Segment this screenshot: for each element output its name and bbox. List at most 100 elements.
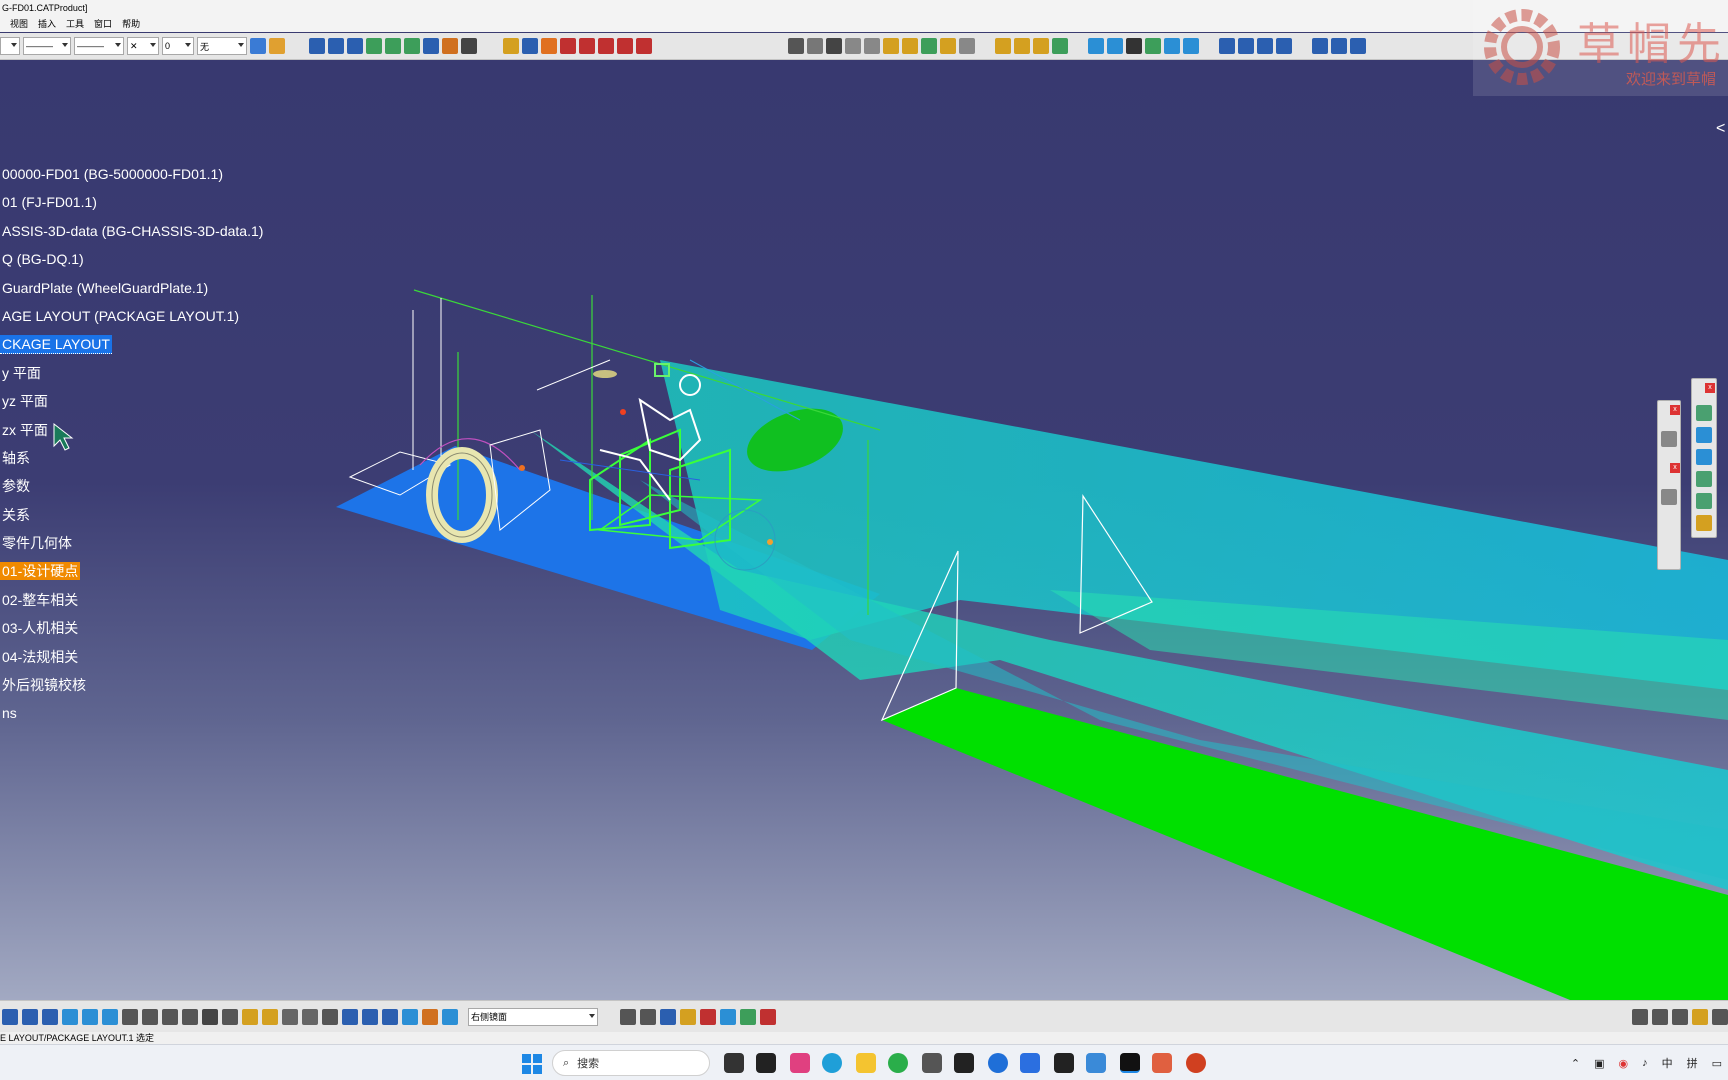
eraser-icon[interactable] xyxy=(760,1008,776,1025)
render-icon[interactable] xyxy=(1088,38,1104,54)
undo-icon[interactable] xyxy=(282,1008,298,1025)
camera-icon[interactable] xyxy=(1126,38,1142,54)
edge-icon[interactable] xyxy=(822,1053,842,1073)
ime-zh[interactable]: 中 xyxy=(1662,1055,1673,1071)
constraint-icon[interactable] xyxy=(1052,38,1068,54)
draft-icon[interactable] xyxy=(959,38,975,54)
tree-node-chassis[interactable]: ASSIS-3D-data (BG-CHASSIS-3D-data.1) xyxy=(0,219,265,247)
part-icon[interactable] xyxy=(1033,38,1049,54)
sketch-point-icon[interactable] xyxy=(309,38,325,54)
loft-icon[interactable] xyxy=(385,38,401,54)
visualization-icon[interactable] xyxy=(442,1008,458,1025)
curve-icon[interactable] xyxy=(1696,493,1712,509)
app-icon[interactable] xyxy=(954,1053,974,1073)
clip-icon[interactable] xyxy=(700,1008,716,1025)
ime-pinyin[interactable]: 拼 xyxy=(1687,1055,1698,1071)
menu-insert[interactable]: 插入 xyxy=(38,16,56,32)
tree-node-wheelguard[interactable]: GuardPlate (WheelGuardPlate.1) xyxy=(0,276,265,304)
close-icon[interactable]: x xyxy=(1670,463,1680,473)
sketch-icon[interactable] xyxy=(242,1008,258,1025)
zoom-out-icon[interactable] xyxy=(22,1008,38,1025)
search-icon[interactable] xyxy=(579,38,595,54)
camera-icon[interactable] xyxy=(202,1008,218,1025)
box-icon[interactable] xyxy=(807,38,823,54)
binoculars-icon[interactable] xyxy=(826,38,842,54)
compass-icon[interactable]: < xyxy=(1716,120,1725,138)
line-style-combo[interactable]: ——— xyxy=(23,37,71,55)
tree-node-xy-plane[interactable]: y 平面 xyxy=(0,361,265,389)
light-icon[interactable] xyxy=(1107,38,1123,54)
select-arrow-icon[interactable] xyxy=(503,38,519,54)
color-combo[interactable] xyxy=(0,37,20,55)
tree-node-ergonomics[interactable]: 03-人机相关 xyxy=(0,616,265,644)
analysis-icon[interactable] xyxy=(660,1008,676,1025)
close-icon[interactable]: x xyxy=(1670,405,1680,415)
layer-combo[interactable]: 0 xyxy=(162,37,194,55)
menu-window[interactable]: 窗口 xyxy=(94,16,112,32)
constraint-icon[interactable] xyxy=(262,1008,278,1025)
snapshot-icon[interactable] xyxy=(560,38,576,54)
axis-icon[interactable] xyxy=(322,1008,338,1025)
view-top-icon[interactable] xyxy=(1350,38,1366,54)
assembly-icon[interactable] xyxy=(995,38,1011,54)
cube-icon[interactable] xyxy=(921,38,937,54)
tree-node-package-layout-part[interactable]: CKAGE LAYOUT xyxy=(0,332,265,360)
right-tool-icon[interactable] xyxy=(1712,1008,1728,1025)
dimension-icon[interactable] xyxy=(422,1008,438,1025)
right-tool-icon[interactable] xyxy=(1652,1008,1668,1025)
app-icon[interactable] xyxy=(756,1053,776,1073)
window-icon[interactable] xyxy=(640,1008,656,1025)
image-icon[interactable] xyxy=(617,38,633,54)
app-icon[interactable] xyxy=(1152,1053,1172,1073)
curve-icon[interactable] xyxy=(1696,515,1712,531)
tree-node-regulations[interactable]: 04-法规相关 xyxy=(0,645,265,673)
record-icon[interactable]: ◉ xyxy=(1618,1057,1628,1070)
app-icon[interactable] xyxy=(1020,1053,1040,1073)
taskview-icon[interactable] xyxy=(724,1053,744,1073)
sketch-icon[interactable] xyxy=(1661,489,1677,505)
hide-show-icon[interactable] xyxy=(102,1008,118,1025)
chevron-up-icon[interactable]: ⌃ xyxy=(1571,1057,1580,1070)
powerpoint-icon[interactable] xyxy=(1186,1053,1206,1073)
menu-tools[interactable]: 工具 xyxy=(66,16,84,32)
section-icon[interactable] xyxy=(1238,38,1254,54)
layout-icon[interactable] xyxy=(620,1008,636,1025)
render-combo[interactable]: 无 xyxy=(197,37,247,55)
distance-icon[interactable] xyxy=(1276,38,1292,54)
menu-view[interactable]: 视图 xyxy=(10,16,28,32)
tree-node-part-body[interactable]: 零件几何体 xyxy=(0,531,265,559)
photo-icon[interactable] xyxy=(740,1008,756,1025)
axis-icon[interactable] xyxy=(461,38,477,54)
plane-icon[interactable] xyxy=(845,38,861,54)
catalog-icon[interactable] xyxy=(720,1008,736,1025)
line-weight-combo[interactable]: ——— xyxy=(74,37,124,55)
windows-start-icon[interactable] xyxy=(522,1054,542,1074)
folder-icon[interactable] xyxy=(541,38,557,54)
curve-icon[interactable] xyxy=(1696,471,1712,487)
app-icon[interactable] xyxy=(790,1053,810,1073)
tree-node-vehicle[interactable]: 02-整车相关 xyxy=(0,588,265,616)
analysis-icon[interactable] xyxy=(1219,38,1235,54)
product-icon[interactable] xyxy=(1014,38,1030,54)
tree-node-dq[interactable]: Q (BG-DQ.1) xyxy=(0,247,265,275)
point-symbol-combo[interactable]: ✕ xyxy=(127,37,159,55)
shading-icon[interactable] xyxy=(82,1008,98,1025)
sweep-icon[interactable] xyxy=(404,38,420,54)
normal-view-icon[interactable] xyxy=(42,1008,58,1025)
tool-icon[interactable] xyxy=(1661,431,1677,447)
edit-icon[interactable] xyxy=(788,38,804,54)
brush-icon[interactable] xyxy=(269,38,285,54)
wechat-icon[interactable] xyxy=(888,1053,908,1073)
tree-node-relations[interactable]: 关系 xyxy=(0,503,265,531)
scene-icon[interactable] xyxy=(1145,38,1161,54)
mic-icon[interactable]: ♪ xyxy=(1642,1057,1648,1069)
measure-icon[interactable] xyxy=(222,1008,238,1025)
zoom-in-icon[interactable] xyxy=(2,1008,18,1025)
material-icon[interactable] xyxy=(1183,38,1199,54)
clash-icon[interactable] xyxy=(1257,38,1273,54)
desktop-icon[interactable]: ▭ xyxy=(1712,1057,1722,1070)
frame-icon[interactable] xyxy=(864,38,880,54)
env-icon[interactable] xyxy=(1164,38,1180,54)
menu-help[interactable]: 帮助 xyxy=(122,16,140,32)
tree-node-yz-plane[interactable]: yz 平面 xyxy=(0,389,265,417)
